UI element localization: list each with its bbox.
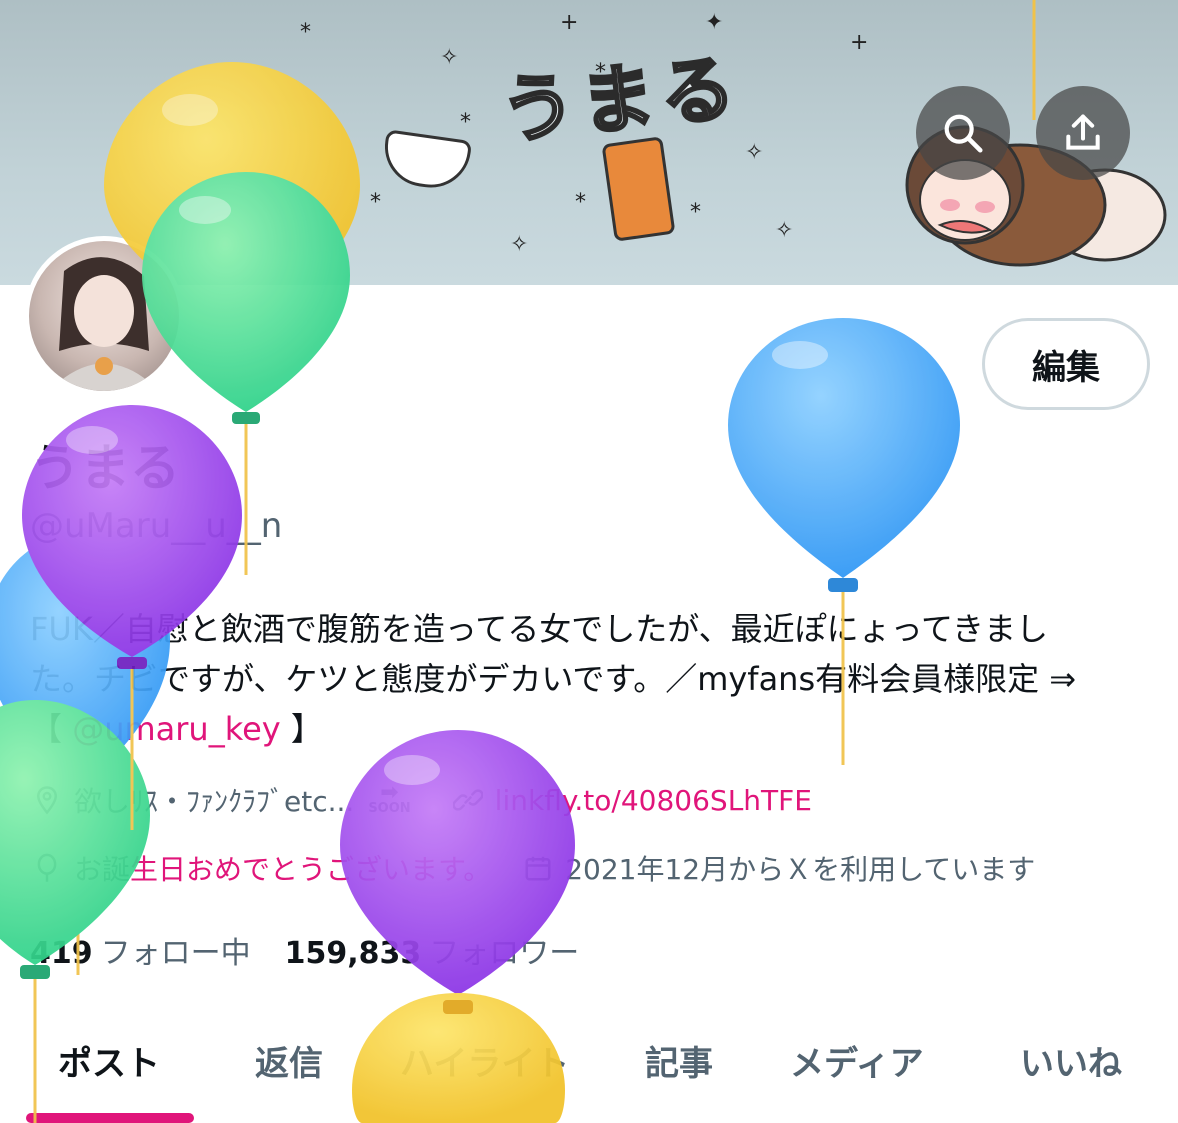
- search-button[interactable]: [916, 86, 1010, 180]
- bio-line: 【 @umaru_key 】: [30, 704, 1160, 754]
- following-label: フォロー中: [100, 936, 251, 971]
- panties-illustration: [379, 129, 473, 193]
- followers-count: 159,833: [284, 936, 422, 971]
- balloon-blue: [0, 535, 170, 975]
- follow-counts: 419 フォロー中 159,833 フォロワー: [30, 928, 579, 972]
- tab-likes[interactable]: いいね: [1020, 1036, 1122, 1085]
- following-count: 419: [30, 936, 93, 971]
- tab-articles[interactable]: 記事: [645, 1036, 713, 1085]
- tab-posts[interactable]: ポスト: [58, 1036, 160, 1085]
- profile-meta-row: 欲しﾘｽ・ﾌｧﾝｸﾗﾌﾞetc... ➡ SOON linkfly.to/408…: [30, 780, 812, 820]
- sparkle-icon: ✧: [745, 140, 764, 165]
- sparkle-icon: *: [300, 20, 311, 45]
- avatar[interactable]: [24, 236, 184, 396]
- following-link[interactable]: 419 フォロー中: [30, 928, 251, 972]
- search-icon: [944, 114, 983, 153]
- edit-profile-button[interactable]: 編集: [982, 318, 1150, 410]
- sparkle-icon: ✧: [510, 232, 529, 257]
- location-icon: [30, 783, 64, 817]
- bio-mention-link[interactable]: @umaru_key: [72, 710, 281, 748]
- location-text: 欲しﾘｽ・ﾌｧﾝｸﾗﾌﾞetc...: [74, 785, 355, 818]
- birthday-text: 生日おめでとうございます。: [130, 853, 492, 886]
- bio-line: た。チビですが、ケツと態度がデカいです。／myfans有料会員様限定 ⇒: [30, 660, 1077, 698]
- user-handle: @uMaru__u__n: [30, 506, 283, 546]
- bio-line: FUK／自慰と飲酒で腹筋を造ってる女でしたが、最近ぽにょってきまし: [30, 610, 1049, 648]
- tab-media[interactable]: メディア: [790, 1036, 924, 1085]
- avatar-illustration: [49, 257, 159, 391]
- joined-date: 2021年12月からＸを利用しています: [565, 853, 1036, 886]
- sparkle-icon: +: [850, 30, 869, 55]
- followers-link[interactable]: 159,833 フォロワー: [285, 928, 580, 972]
- sparkle-icon: *: [595, 60, 606, 85]
- arrow-right-icon: ➡: [380, 780, 399, 805]
- sparkle-icon: *: [370, 190, 381, 215]
- sparkle-icon: *: [460, 110, 471, 135]
- banner-title: うまる: [495, 43, 746, 157]
- share-button[interactable]: [1036, 86, 1130, 180]
- sparkle-icon: ✧: [440, 45, 459, 70]
- birthday-prefix: お誕: [74, 853, 131, 886]
- followers-label: フォロワー: [429, 936, 580, 971]
- calendar-icon: [521, 851, 555, 885]
- sparkle-icon: *: [575, 190, 586, 215]
- display-name: うまる: [30, 439, 180, 497]
- highball-can-illustration: [601, 136, 676, 242]
- profile-bio: FUK／自慰と飲酒で腹筋を造ってる女でしたが、最近ぽにょってきまし た。チビです…: [30, 604, 1160, 754]
- profile-tabs: ポスト 返信 ハイライト 記事 メディア いいね: [0, 1016, 1178, 1123]
- tab-highlights[interactable]: ハイライト: [400, 1036, 569, 1085]
- profile-meta-row-2: お誕 生日おめでとうございます。 2021年12月からＸを利用しています: [30, 848, 1035, 888]
- balloon-icon: [30, 851, 64, 885]
- sparkle-icon: ✦: [705, 10, 724, 35]
- active-tab-indicator: [26, 1113, 194, 1123]
- tab-replies[interactable]: 返信: [255, 1036, 323, 1085]
- link-icon: [451, 783, 485, 817]
- soon-label: SOON: [368, 801, 411, 816]
- share-icon: [1066, 114, 1100, 150]
- bio-bracket: 【: [30, 710, 73, 748]
- soon-badge: ➡ SOON: [368, 780, 411, 816]
- sparkle-icon: ✧: [775, 218, 794, 243]
- profile-website-link[interactable]: linkfly.to/40806SLhTFE: [495, 784, 812, 817]
- bio-bracket: 】: [280, 710, 323, 748]
- sparkle-icon: +: [560, 10, 579, 35]
- sparkle-icon: *: [690, 200, 701, 225]
